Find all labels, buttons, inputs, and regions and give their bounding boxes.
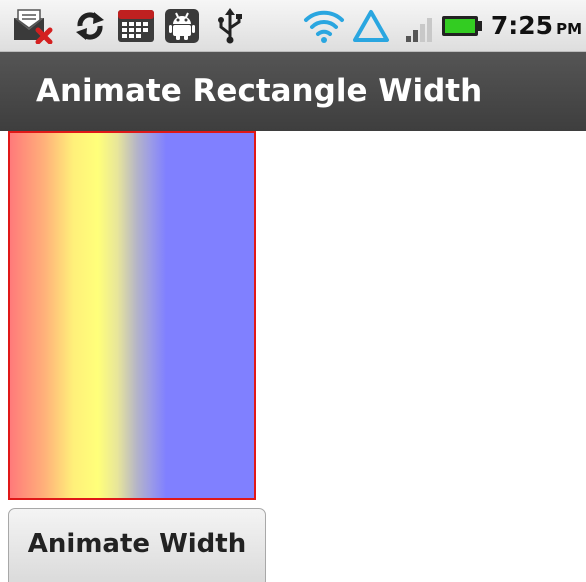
android-debug-icon bbox=[165, 9, 199, 43]
status-bar: 7:25 PM bbox=[0, 0, 586, 52]
status-time-ampm: PM bbox=[556, 20, 582, 38]
calendar-icon bbox=[118, 10, 154, 42]
animate-width-button-label: Animate Width bbox=[27, 529, 247, 559]
signal-icon bbox=[406, 18, 432, 42]
status-time-value: 7:25 bbox=[490, 11, 554, 40]
title-bar: Animate Rectangle Width bbox=[0, 52, 586, 131]
delta-triangle-icon bbox=[353, 10, 389, 42]
page-title: Animate Rectangle Width bbox=[36, 73, 483, 109]
animated-rectangle bbox=[8, 131, 256, 500]
mail-error-icon bbox=[14, 9, 53, 44]
wifi-icon bbox=[304, 10, 344, 43]
sync-icon bbox=[76, 12, 104, 40]
animate-width-button[interactable]: Animate Width bbox=[8, 508, 266, 582]
usb-icon bbox=[218, 8, 242, 44]
status-time: 7:25 PM bbox=[491, 6, 582, 46]
app-screen: 7:25 PM Animate Rectangle Width Animate W… bbox=[0, 0, 586, 582]
battery-icon bbox=[442, 16, 482, 36]
